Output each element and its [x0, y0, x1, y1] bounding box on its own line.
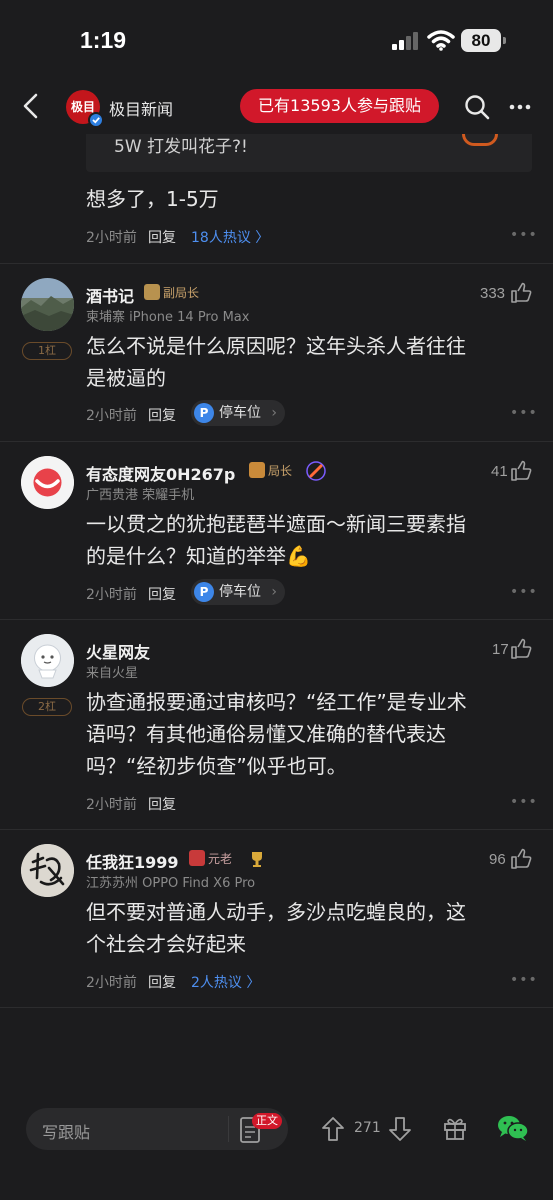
rank-label: 元老	[208, 852, 233, 866]
comment-more-icon[interactable]: •••	[510, 405, 538, 421]
parking-tag-label: 停车位	[219, 405, 261, 421]
participation-pill-button[interactable]: 已有13593人参与跟贴	[240, 89, 439, 123]
input-divider	[228, 1116, 229, 1142]
thumbs-up-icon[interactable]	[510, 848, 532, 870]
comment-text: 一以贯之的犹抱琵琶半遮面～新闻三要素指	[86, 512, 466, 536]
reply-button[interactable]: 回复	[148, 972, 176, 992]
floor-badge: 2杠	[22, 698, 72, 716]
comment-text: 想多了，1-5万	[86, 187, 219, 211]
rank-shield-icon	[189, 850, 205, 866]
like-count: 17	[492, 641, 509, 658]
chevron-right-icon: ›	[271, 405, 277, 421]
comment-time: 2小时前	[86, 408, 137, 424]
parking-tag-button[interactable]: P 停车位 ›	[191, 400, 285, 426]
comment-text: 吗？“经初步侦查”似乎也可。	[86, 754, 347, 778]
rank-label: 副局长	[163, 286, 200, 300]
avatar[interactable]	[21, 456, 74, 509]
parking-p-icon: P	[194, 582, 214, 602]
rocket-badge-icon	[306, 461, 326, 481]
comment-more-icon[interactable]: •••	[510, 227, 538, 243]
article-body-badge: 正文	[252, 1113, 282, 1129]
verified-check-icon	[88, 112, 104, 128]
comment-input-placeholder: 写跟贴	[42, 1123, 91, 1142]
commenter-name[interactable]: 有态度网友0H267p	[86, 461, 235, 485]
rank-badge: 副局长	[144, 284, 199, 301]
thumbs-up-icon[interactable]	[510, 638, 532, 660]
comment-text: 但不要对普通人动手，多沙点吃蝗良的，这	[86, 900, 466, 924]
reply-button[interactable]: 回复	[148, 794, 176, 814]
rank-badge: 元老	[189, 850, 232, 867]
thumbs-up-icon[interactable]	[510, 282, 532, 304]
comment-text: 是被逼的	[86, 366, 166, 390]
comment-time: 2小时前	[86, 975, 137, 991]
quoted-comment-text: 5W 打发叫花子?!	[114, 137, 248, 157]
commenter-location-device: 柬埔寨 iPhone 14 Pro Max	[86, 310, 250, 325]
commenter-name[interactable]: 火星网友	[86, 639, 150, 663]
avatar[interactable]	[21, 844, 74, 897]
reply-button[interactable]: 回复	[148, 584, 176, 604]
comment-text: 语吗？有其他通俗易懂又准确的替代表达	[86, 722, 446, 746]
reply-button[interactable]: 回复	[148, 227, 176, 247]
divider	[0, 619, 553, 620]
downvote-arrow-icon[interactable]	[388, 1116, 412, 1142]
bottom-action-bar: 写跟贴 正文 271	[0, 1090, 553, 1200]
parking-p-icon: P	[194, 403, 214, 423]
comment-more-icon[interactable]: •••	[510, 794, 538, 810]
divider	[0, 441, 553, 442]
comment-more-icon[interactable]: •••	[510, 584, 538, 600]
gift-icon[interactable]	[442, 1115, 468, 1141]
search-icon[interactable]	[464, 94, 490, 120]
like-count: 333	[480, 285, 506, 302]
hot-discussion-link[interactable]: 2人热议 〉	[191, 972, 260, 992]
wechat-share-icon[interactable]	[497, 1114, 529, 1142]
publisher-name[interactable]: 极目新闻	[109, 96, 173, 120]
comment-time: 2小时前	[86, 587, 137, 603]
wifi-icon	[427, 30, 455, 51]
rank-shield-icon	[249, 462, 265, 478]
commenter-name[interactable]: 任我狂1999	[86, 849, 179, 873]
thumbs-up-icon[interactable]	[510, 460, 532, 482]
rank-label: 局长	[268, 464, 293, 478]
like-count: 96	[489, 851, 506, 868]
comment-time: 2小时前	[86, 797, 137, 813]
avatar[interactable]	[21, 634, 74, 687]
floor-badge: 1杠	[22, 342, 72, 360]
nav-bar: 极目 极目新闻 已有13593人参与跟贴	[0, 80, 553, 134]
commenter-location-device: 来自火星	[86, 666, 139, 681]
comment-text: 的是什么？知道的举举💪	[86, 544, 311, 568]
commenter-location-device: 江苏苏州 OPPO Find X6 Pro	[86, 876, 256, 891]
comment-text: 个社会才会好起来	[86, 932, 246, 956]
comment-text: 协查通报要通过审核吗？“经工作”是专业术	[86, 690, 467, 714]
cellular-signal-icon	[392, 32, 418, 50]
battery-indicator: 80	[461, 29, 506, 52]
divider	[0, 1007, 553, 1008]
commenter-location-device: 广西贵港 荣耀手机	[86, 488, 195, 503]
hot-discussion-link[interactable]: 18人热议 〉	[191, 227, 269, 247]
status-bar: 1:19 80	[0, 0, 553, 80]
upvote-arrow-icon[interactable]	[321, 1116, 345, 1142]
like-count: 41	[491, 463, 508, 480]
avatar[interactable]	[21, 278, 74, 331]
comment-more-icon[interactable]: •••	[510, 972, 538, 988]
back-arrow-icon[interactable]	[20, 92, 42, 120]
parking-tag-button[interactable]: P 停车位 ›	[191, 579, 285, 605]
divider	[0, 263, 553, 264]
rank-shield-icon	[144, 284, 160, 300]
parking-tag-label: 停车位	[219, 584, 261, 600]
status-time: 1:19	[80, 27, 127, 53]
comment-time: 2小时前	[86, 230, 137, 246]
chevron-right-icon: ›	[271, 584, 277, 600]
more-options-icon[interactable]	[509, 97, 531, 117]
reply-button[interactable]: 回复	[148, 405, 176, 425]
rank-badge: 局长	[249, 462, 292, 479]
vote-count: 271	[354, 1120, 381, 1136]
commenter-name[interactable]: 酒书记	[86, 283, 134, 307]
trophy-badge-icon	[252, 852, 262, 867]
divider	[0, 829, 553, 830]
comment-text: 怎么不说是什么原因呢？这年头杀人者往往	[86, 334, 466, 358]
